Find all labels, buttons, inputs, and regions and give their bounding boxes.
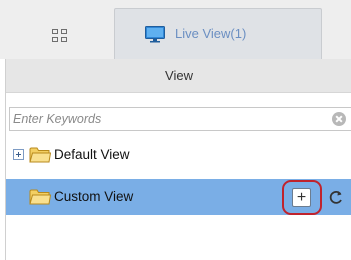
grid-icon bbox=[51, 29, 68, 43]
view-panel: View Default View Custom View + bbox=[5, 59, 351, 260]
tab-live-view-label: Live View(1) bbox=[175, 26, 247, 41]
clear-icon[interactable] bbox=[332, 112, 346, 126]
tab-live-view[interactable]: Live View(1) bbox=[114, 8, 322, 60]
refresh-icon[interactable] bbox=[328, 189, 344, 205]
add-view-button[interactable]: + bbox=[292, 188, 311, 207]
folder-icon bbox=[29, 147, 51, 163]
tree-item-default-view[interactable]: Default View bbox=[6, 141, 351, 171]
folder-icon bbox=[29, 189, 51, 205]
search-box bbox=[9, 107, 351, 131]
tab-bar: Live View(1) bbox=[0, 0, 351, 60]
monitor-icon bbox=[145, 26, 165, 43]
panel-title: View bbox=[6, 59, 351, 93]
tab-grid-view[interactable] bbox=[0, 13, 119, 59]
tree-item-custom-view[interactable]: Custom View + bbox=[6, 179, 351, 215]
expand-icon[interactable] bbox=[13, 149, 24, 160]
search-input[interactable] bbox=[10, 108, 320, 130]
tree-item-label: Default View bbox=[54, 147, 130, 162]
tree-item-label: Custom View bbox=[54, 189, 134, 204]
